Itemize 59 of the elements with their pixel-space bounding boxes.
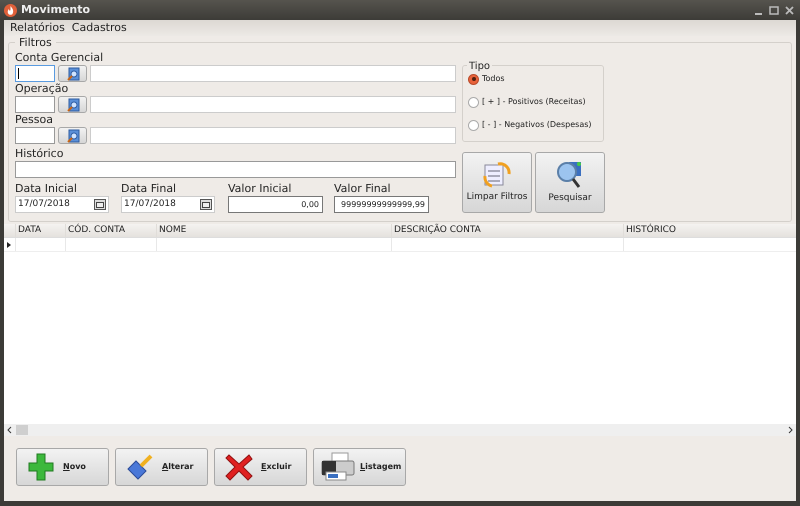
calendar-icon[interactable] <box>200 199 212 210</box>
close-icon[interactable] <box>785 6 794 14</box>
description-field[interactable] <box>90 65 456 82</box>
document-search-icon <box>66 66 80 80</box>
radio-option[interactable]: [ - ] - Negativos (Despesas) <box>468 118 603 132</box>
lookup-button[interactable] <box>58 96 87 113</box>
radio-option[interactable]: [ + ] - Positivos (Receitas) <box>468 95 603 109</box>
row-indicator-icon <box>7 242 11 248</box>
description-field[interactable] <box>90 96 456 113</box>
code-field[interactable] <box>15 65 55 82</box>
horizontal-scrollbar[interactable] <box>4 424 796 436</box>
lookup-button[interactable] <box>58 127 87 144</box>
printer-icon <box>320 452 356 482</box>
action-button[interactable]: Excluir <box>214 448 307 486</box>
history-field[interactable] <box>15 161 456 178</box>
column-header[interactable]: CÓD. CONTA <box>65 224 156 237</box>
plus-icon <box>28 453 54 481</box>
code-field[interactable] <box>15 96 55 113</box>
field-label: Pessoa <box>15 113 54 126</box>
window-title: Movimento <box>21 2 90 18</box>
filter-action-button[interactable]: Limpar Filtros <box>462 152 532 213</box>
radio-icon[interactable] <box>468 120 479 130</box>
column-header[interactable]: DESCRIÇÃO CONTA <box>391 224 623 237</box>
action-button[interactable]: Alterar <box>115 448 208 486</box>
radio-icon[interactable] <box>468 74 479 84</box>
lookup-button[interactable] <box>58 65 87 82</box>
field-label: Histórico <box>15 147 64 160</box>
action-button[interactable]: Novo <box>16 448 109 486</box>
value-field[interactable]: 99999999999999,99 <box>334 196 429 213</box>
menu-item[interactable]: Cadastros <box>72 20 127 36</box>
code-field[interactable] <box>15 127 55 144</box>
radio-icon[interactable] <box>468 96 479 108</box>
filter-action-button[interactable]: Pesquisar <box>535 152 605 213</box>
field-label: Conta Gerencial <box>15 51 104 64</box>
scroll-thumb[interactable] <box>16 425 28 435</box>
description-field[interactable] <box>90 127 456 144</box>
brush-icon <box>126 453 154 481</box>
calendar-icon[interactable] <box>94 199 106 210</box>
column-header[interactable]: HISTÓRICO <box>623 224 796 237</box>
document-search-icon <box>66 128 80 142</box>
field-label: Valor Inicial <box>228 182 292 195</box>
refresh-list-icon <box>482 160 512 188</box>
group-title: Tipo <box>467 59 492 74</box>
date-field[interactable]: 17/07/2018 <box>121 196 215 213</box>
date-field[interactable]: 17/07/2018 <box>15 196 109 213</box>
field-label: Data Inicial <box>15 182 78 195</box>
column-header[interactable]: NOME <box>156 224 391 237</box>
column-header[interactable]: DATA <box>15 224 65 237</box>
value-field[interactable]: 0,00 <box>228 196 323 213</box>
menu-item[interactable]: Relatórios <box>10 20 65 36</box>
flame-icon <box>4 4 17 16</box>
field-label: Operação <box>15 82 70 95</box>
field-label: Data Final <box>121 182 178 195</box>
maximize-icon[interactable] <box>769 6 779 14</box>
cross-icon <box>225 453 253 481</box>
radio-option[interactable]: Todos <box>468 72 603 86</box>
field-label: Valor Final <box>334 182 392 195</box>
action-button[interactable]: Listagem <box>313 448 406 486</box>
document-search-icon <box>66 98 80 112</box>
